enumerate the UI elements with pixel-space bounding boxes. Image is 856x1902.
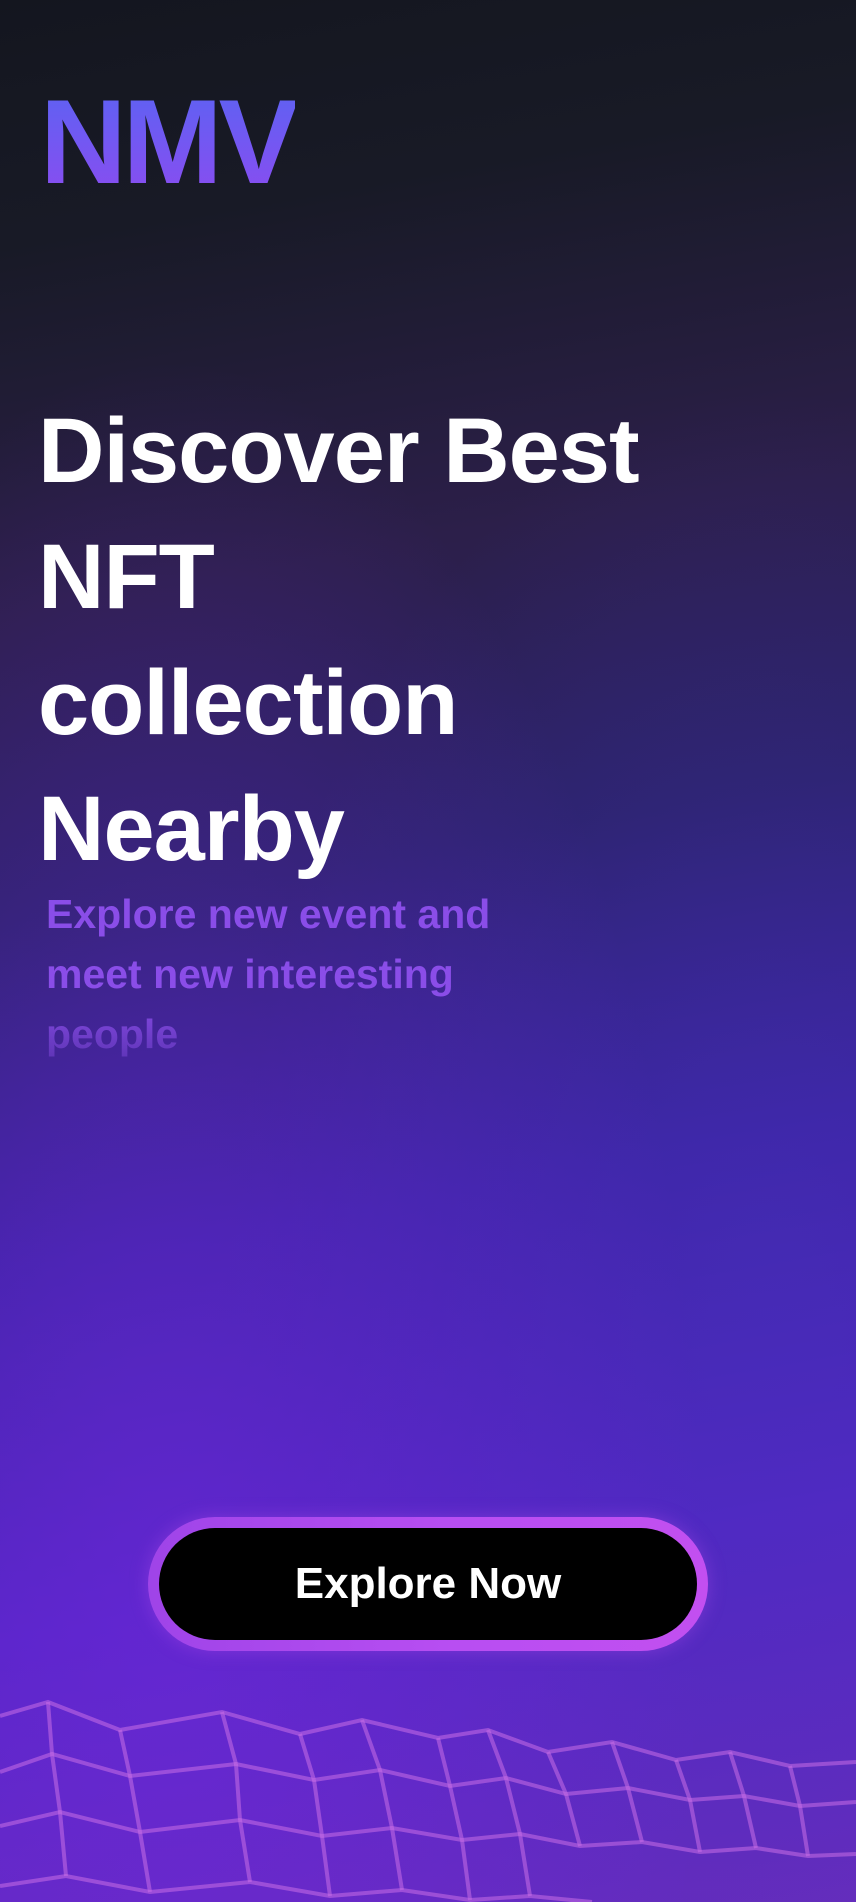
hero-subtitle: Explore new event and meet new interesti…: [46, 884, 566, 1064]
headline-line: Discover Best: [38, 400, 640, 502]
headline-line: NFT: [38, 526, 215, 628]
explore-button-ring: Explore Now: [148, 1517, 708, 1651]
explore-now-button[interactable]: Explore Now: [159, 1528, 697, 1640]
hexagon-grid-decoration: [0, 1699, 856, 1902]
brand-logo: NMV: [40, 75, 299, 209]
headline-line: collection: [38, 652, 458, 754]
headline-line: Nearby: [38, 778, 345, 880]
hero-headline: Discover Best NFT collection Nearby: [38, 388, 778, 892]
